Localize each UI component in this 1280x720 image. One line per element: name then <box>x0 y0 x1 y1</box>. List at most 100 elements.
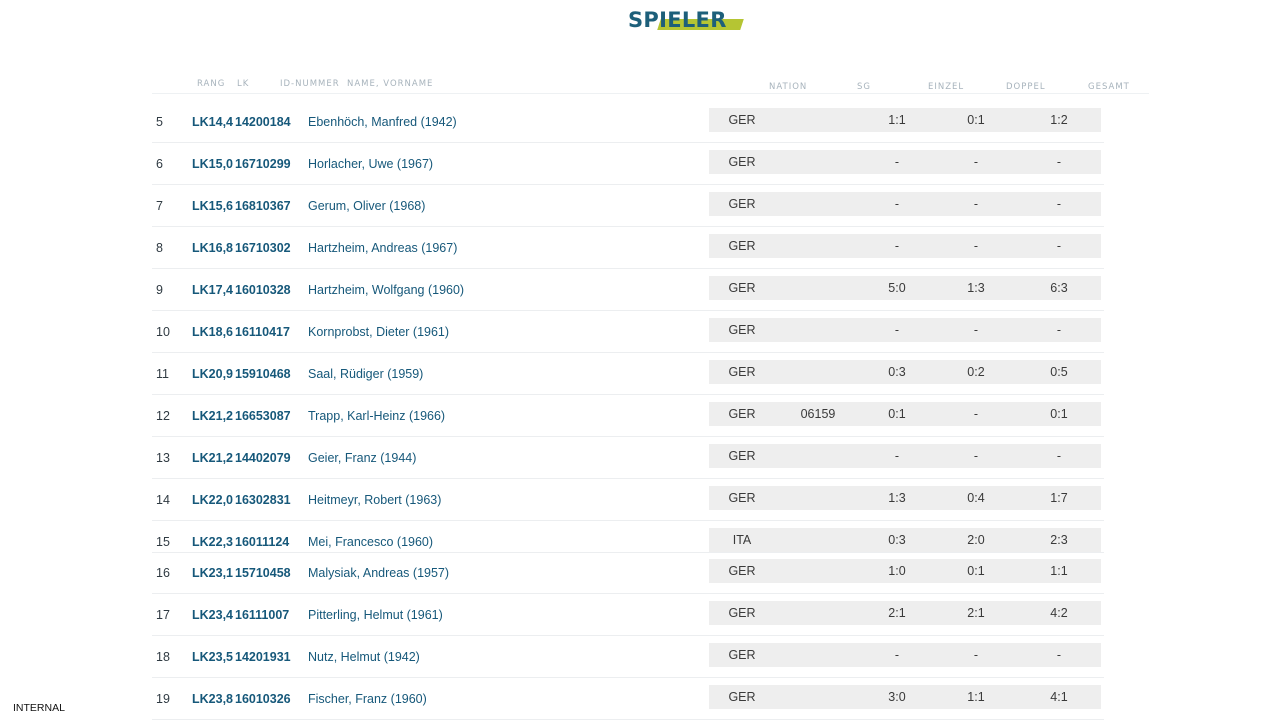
doppel-cell: - <box>1056 197 1062 211</box>
einzel-cell: - <box>973 323 979 337</box>
lk-cell: LK23,4 <box>192 608 233 622</box>
player-name-link[interactable]: Ebenhöch, Manfred (1942) <box>308 115 457 129</box>
doppel-cell: 1:1 <box>1050 564 1068 578</box>
nation-cell: GER <box>728 281 756 295</box>
einzel-cell: 2:0 <box>967 533 985 547</box>
doppel-cell: - <box>1056 239 1062 253</box>
doppel-cell: 1:2 <box>1050 113 1068 127</box>
row-divider <box>152 478 1104 479</box>
id-number-cell: 16110417 <box>235 325 290 339</box>
player-name-link[interactable]: Gerum, Oliver (1968) <box>308 199 425 213</box>
einzel-cell: 0:2 <box>967 365 985 379</box>
table-row: 13 LK21,2 14402079 Geier, Franz (1944) GER - -… <box>152 438 1104 479</box>
doppel-cell: 0:1 <box>1050 407 1068 421</box>
header-id: ID-NUMMER <box>280 79 340 89</box>
rank-cell: 14 <box>156 493 170 507</box>
table-row: 7 LK15,6 16810367 Gerum, Oliver (1968) GER - -… <box>152 186 1104 227</box>
header-doppel: DOPPEL <box>1006 82 1046 92</box>
sg-cell: - <box>894 648 900 662</box>
einzel-cell: 1:3 <box>967 281 985 295</box>
player-name-link[interactable]: Mei, Francesco (1960) <box>308 535 433 549</box>
player-name-link[interactable]: Heitmeyr, Robert (1963) <box>308 493 441 507</box>
table-row: 6 LK15,0 16710299 Horlacher, Uwe (1967) GER -… <box>152 144 1104 185</box>
header-lk: LK <box>237 79 250 89</box>
player-name-link[interactable]: Geier, Franz (1944) <box>308 451 416 465</box>
id-number-cell: 16302831 <box>235 493 291 507</box>
page-title-text: SPIELER <box>628 8 727 32</box>
doppel-cell: 1:7 <box>1050 491 1068 505</box>
nation-cell: GER <box>728 564 756 578</box>
id-number-cell: 16111007 <box>235 608 290 622</box>
row-divider <box>152 352 1104 353</box>
row-divider <box>152 436 1104 437</box>
einzel-cell: - <box>973 449 979 463</box>
nation-cell: GER <box>728 365 756 379</box>
player-name-link[interactable]: Hartzheim, Andreas (1967) <box>308 241 457 255</box>
sg-cell: - <box>894 449 900 463</box>
player-name-link[interactable]: Hartzheim, Wolfgang (1960) <box>308 283 464 297</box>
lk-cell: LK23,1 <box>192 566 233 580</box>
einzel-cell: 0:4 <box>967 491 985 505</box>
einzel-cell: 1:1 <box>967 690 985 704</box>
nation-cell: GER <box>728 449 756 463</box>
table-row: 16 LK23,1 15710458 Malysiak, Andreas (1957)… <box>152 553 1104 594</box>
sg-cell: - <box>894 155 900 169</box>
rank-cell: 13 <box>156 451 170 465</box>
rank-cell: 16 <box>156 566 170 580</box>
sg-cell: 2:1 <box>888 606 906 620</box>
id-number-cell: 14201931 <box>235 650 291 664</box>
page-title: SPIELER <box>628 4 748 34</box>
sg-cell: 1:1 <box>888 113 906 127</box>
rank-cell: 7 <box>156 199 163 213</box>
lk-cell: LK22,0 <box>192 493 233 507</box>
rank-cell: 8 <box>156 241 163 255</box>
player-name-link[interactable]: Trapp, Karl-Heinz (1966) <box>308 409 445 423</box>
lk-cell: LK14,4 <box>192 115 233 129</box>
rank-cell: 5 <box>156 115 163 129</box>
table-row: 15 LK22,3 16011124 Mei, Francesco (1960) ITA… <box>152 522 1104 553</box>
nation-cell: GER <box>728 155 756 169</box>
id-number-cell: 14200184 <box>235 115 291 129</box>
lk-cell: LK23,8 <box>192 692 233 706</box>
table-row: 12 LK21,2 16653087 Trapp, Karl-Heinz (1966)… <box>152 396 1104 437</box>
rank-cell: 9 <box>156 283 163 297</box>
einzel-cell: - <box>973 197 979 211</box>
sg-cell: 0:1 <box>888 407 906 421</box>
player-name-link[interactable]: Nutz, Helmut (1942) <box>308 650 420 664</box>
header-name: NAME, VORNAME <box>347 79 434 89</box>
player-name-link[interactable]: Pitterling, Helmut (1961) <box>308 608 443 622</box>
table-row: 17 LK23,4 16111007 Pitterling, Helmut (1961… <box>152 595 1104 636</box>
row-divider <box>152 394 1104 395</box>
player-name-link[interactable]: Fischer, Franz (1960) <box>308 692 427 706</box>
id-number-cell: 16810367 <box>235 199 291 213</box>
nation-cell: GER <box>728 239 756 253</box>
doppel-cell: 4:1 <box>1050 690 1068 704</box>
nation-cell: ITA <box>732 533 752 547</box>
einzel-cell: - <box>973 155 979 169</box>
table-row: 5 LK14,4 14200184 Ebenhöch, Manfred (1942) G… <box>152 102 1104 143</box>
rank-cell: 6 <box>156 157 163 171</box>
einzel-cell: 2:1 <box>967 606 985 620</box>
doppel-cell: 6:3 <box>1050 281 1068 295</box>
row-divider <box>152 268 1104 269</box>
nation-cell: GER <box>728 606 756 620</box>
rank-cell: 18 <box>156 650 170 664</box>
einzel-cell: 0:1 <box>967 113 985 127</box>
player-name-link[interactable]: Malysiak, Andreas (1957) <box>308 566 449 580</box>
player-name-link[interactable]: Saal, Rüdiger (1959) <box>308 367 423 381</box>
nation-cell: GER <box>728 323 756 337</box>
sg-cell: - <box>894 239 900 253</box>
lk-cell: LK20,9 <box>192 367 233 381</box>
header-sg: SG <box>857 82 871 92</box>
player-name-link[interactable]: Horlacher, Uwe (1967) <box>308 157 433 171</box>
lk-cell: LK15,0 <box>192 157 233 171</box>
id-number-cell: 15710458 <box>235 566 291 580</box>
row-divider <box>152 226 1104 227</box>
rank-cell: 10 <box>156 325 170 339</box>
row-divider <box>152 142 1104 143</box>
einzel-cell: - <box>973 239 979 253</box>
player-name-link[interactable]: Kornprobst, Dieter (1961) <box>308 325 449 339</box>
doppel-cell: 2:3 <box>1050 533 1068 547</box>
nation-cell: GER <box>728 491 756 505</box>
id-number-cell: 16710302 <box>235 241 291 255</box>
